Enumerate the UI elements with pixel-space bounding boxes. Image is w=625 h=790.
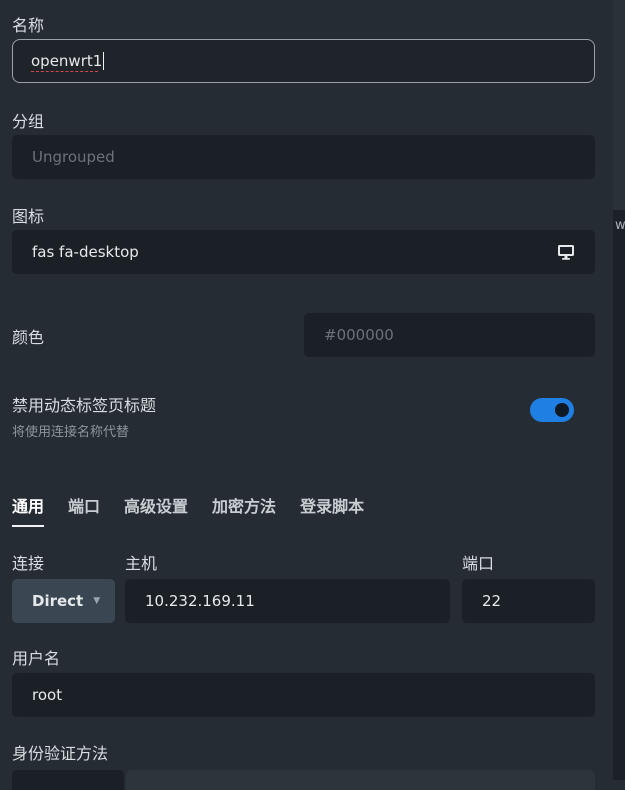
color-input[interactable]: #000000: [304, 313, 595, 357]
host-input-value: 10.232.169.11: [145, 592, 255, 610]
username-label: 用户名: [12, 649, 61, 668]
settings-tabs: 通用 端口 高级设置 加密方法 登录脚本: [12, 493, 388, 527]
edge-band: [613, 0, 625, 210]
icon-input-value: fas fa-desktop: [32, 243, 139, 261]
group-input[interactable]: Ungrouped: [12, 135, 595, 179]
auth-method-option-left[interactable]: [12, 770, 124, 790]
group-label: 分组: [12, 112, 45, 131]
color-placeholder: #000000: [324, 326, 394, 344]
tab-login-scripts[interactable]: 登录脚本: [300, 493, 364, 527]
caret-down-icon: ▼: [93, 596, 101, 606]
tab-advanced[interactable]: 高级设置: [124, 493, 188, 527]
username-input-value: root: [32, 686, 63, 704]
desktop-monitor-icon: [558, 245, 574, 260]
toggle-knob: [555, 403, 569, 417]
text-caret: [103, 52, 105, 70]
name-input[interactable]: openwrt1: [12, 39, 595, 83]
background-window-edge: w: [613, 0, 625, 780]
tab-ports[interactable]: 端口: [68, 493, 100, 527]
connection-label: 连接: [12, 554, 45, 573]
disable-dynamic-title-toggle[interactable]: [530, 398, 574, 422]
auth-method-option-right[interactable]: [126, 770, 595, 790]
color-label: 颜色: [12, 328, 45, 347]
disable-dynamic-title-hint: 将使用连接名称代替: [12, 425, 130, 440]
host-label: 主机: [125, 554, 158, 573]
disable-dynamic-title-label: 禁用动态标签页标题: [12, 396, 157, 415]
group-placeholder: Ungrouped: [32, 148, 115, 166]
host-input[interactable]: 10.232.169.11: [125, 579, 450, 623]
connection-type-select[interactable]: Direct ▼: [12, 579, 115, 623]
icon-label: 图标: [12, 207, 45, 226]
icon-input[interactable]: fas fa-desktop: [12, 230, 595, 274]
auth-method-label: 身份验证方法: [12, 744, 109, 763]
name-input-value: openwrt1: [31, 52, 103, 72]
name-label: 名称: [12, 16, 45, 35]
edge-text-fragment: w: [615, 218, 625, 233]
connection-type-value: Direct: [32, 592, 84, 610]
tab-general[interactable]: 通用: [12, 493, 45, 527]
tab-ciphers[interactable]: 加密方法: [212, 493, 276, 527]
port-label: 端口: [462, 554, 495, 573]
port-input[interactable]: 22: [462, 579, 595, 623]
username-input[interactable]: root: [12, 673, 595, 717]
connection-settings-panel: 名称 openwrt1 分组 Ungrouped 图标 fas fa-deskt…: [0, 0, 613, 790]
port-input-value: 22: [482, 592, 502, 610]
